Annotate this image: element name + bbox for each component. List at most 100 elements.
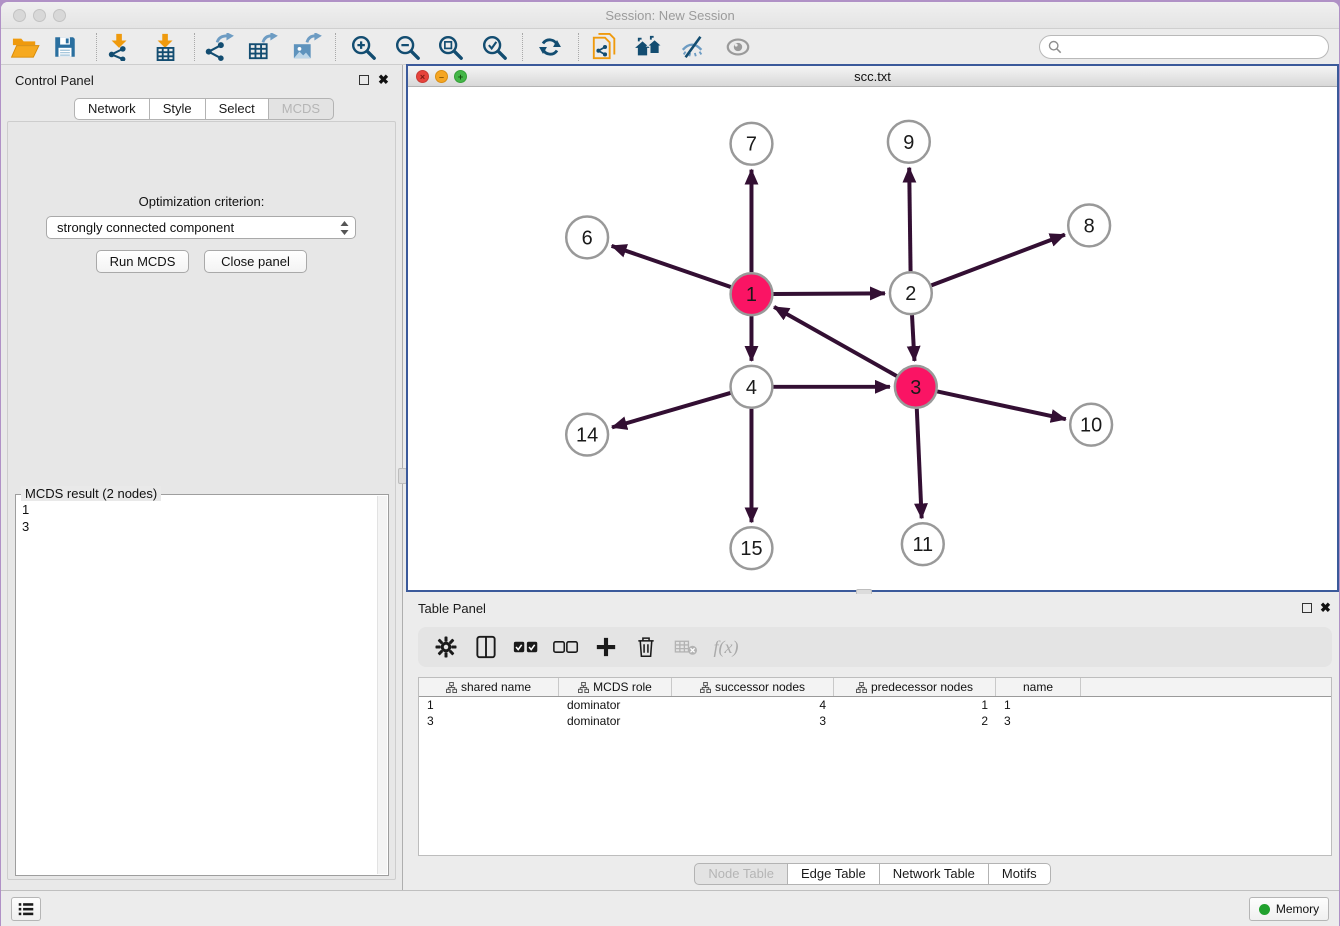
export-table-icon[interactable] bbox=[244, 32, 280, 62]
cell-successor-nodes[interactable]: 4 bbox=[672, 697, 834, 713]
network-window-titlebar[interactable]: × – + scc.txt bbox=[408, 66, 1337, 87]
graph-node-1[interactable]: 1 bbox=[731, 273, 773, 315]
deselect-all-icon[interactable] bbox=[548, 631, 584, 663]
zoom-selected-icon[interactable] bbox=[476, 32, 512, 62]
network-canvas[interactable]: 7 9 6 8 1 2 4 3 14 10 15 11 bbox=[408, 87, 1337, 590]
mcds-result-list[interactable]: 13 bbox=[18, 497, 376, 873]
zoom-out-icon[interactable] bbox=[389, 32, 425, 62]
edge-4-14[interactable] bbox=[612, 393, 730, 427]
tab-mcds[interactable]: MCDS bbox=[269, 98, 334, 120]
node-table[interactable]: shared name MCDS rolesuccessor nodes prede… bbox=[418, 677, 1332, 856]
edge-1-2[interactable] bbox=[773, 293, 885, 294]
add-column-icon[interactable] bbox=[588, 631, 624, 663]
column-settings-icon[interactable] bbox=[428, 631, 464, 663]
console-log-button[interactable] bbox=[11, 897, 41, 921]
open-session-icon[interactable] bbox=[7, 32, 43, 62]
close-panel-icon[interactable]: ✖ bbox=[378, 74, 389, 86]
close-panel-button[interactable]: Close panel bbox=[204, 250, 307, 273]
tab-network[interactable]: Network bbox=[74, 98, 150, 120]
tab-network-table[interactable]: Network Table bbox=[880, 863, 989, 885]
tab-motifs[interactable]: Motifs bbox=[989, 863, 1051, 885]
table-row[interactable]: 3dominator323 bbox=[419, 713, 1331, 729]
tab-edge-table[interactable]: Edge Table bbox=[788, 863, 880, 885]
table-close-panel-icon[interactable]: ✖ bbox=[1320, 602, 1331, 614]
tab-select[interactable]: Select bbox=[206, 98, 269, 120]
show-all-networks-icon[interactable] bbox=[631, 32, 667, 62]
column-header-successor-nodes[interactable]: successor nodes bbox=[672, 678, 834, 696]
title-bar: Session: New Session bbox=[1, 2, 1339, 29]
edge-3-1[interactable] bbox=[774, 307, 897, 376]
graph-node-14[interactable]: 14 bbox=[566, 414, 608, 456]
node-label: 9 bbox=[903, 132, 914, 154]
column-header-name[interactable]: name bbox=[996, 678, 1081, 696]
table-float-panel-icon[interactable] bbox=[1302, 603, 1312, 613]
cell-predecessor-nodes[interactable]: 1 bbox=[834, 697, 996, 713]
graph-node-7[interactable]: 7 bbox=[731, 123, 773, 165]
cell-name[interactable]: 1 bbox=[996, 697, 1081, 713]
graph-node-8[interactable]: 8 bbox=[1068, 205, 1110, 247]
zoom-fit-icon[interactable] bbox=[432, 32, 468, 62]
split-table-icon[interactable] bbox=[468, 631, 504, 663]
new-network-file-icon[interactable] bbox=[587, 32, 623, 62]
edge-1-6[interactable] bbox=[612, 246, 731, 287]
node-label: 14 bbox=[576, 425, 598, 447]
export-image-icon[interactable] bbox=[288, 32, 324, 62]
tab-style[interactable]: Style bbox=[150, 98, 206, 120]
cell-MCDS-role[interactable]: dominator bbox=[559, 697, 672, 713]
cell-shared-name[interactable]: 1 bbox=[419, 697, 559, 713]
search-field[interactable] bbox=[1039, 35, 1329, 59]
import-network-icon[interactable] bbox=[102, 32, 138, 62]
save-session-icon[interactable] bbox=[47, 32, 83, 62]
cell-MCDS-role[interactable]: dominator bbox=[559, 713, 672, 729]
node-label: 15 bbox=[740, 538, 762, 560]
graph-node-3[interactable]: 3 bbox=[895, 366, 937, 408]
mcds-tab-content: Optimization criterion: strongly connect… bbox=[7, 121, 396, 880]
table-body: 1dominator4113dominator323 bbox=[419, 697, 1331, 729]
mcds-result-item[interactable]: 3 bbox=[22, 518, 372, 535]
edge-2-8[interactable] bbox=[931, 235, 1065, 286]
node-label: 4 bbox=[746, 377, 757, 399]
column-header-label: predecessor nodes bbox=[871, 680, 973, 694]
refresh-view-icon[interactable] bbox=[532, 32, 568, 62]
hierarchy-icon bbox=[700, 682, 711, 693]
graph-node-15[interactable]: 15 bbox=[731, 527, 773, 569]
float-panel-icon[interactable] bbox=[359, 75, 369, 85]
export-network-icon[interactable] bbox=[201, 32, 237, 62]
application-window: Session: New Session bbox=[1, 2, 1339, 926]
toolbar-separator bbox=[522, 33, 523, 61]
mcds-result-item[interactable]: 1 bbox=[22, 501, 372, 518]
cell-name[interactable]: 3 bbox=[996, 713, 1081, 729]
table-row[interactable]: 1dominator411 bbox=[419, 697, 1331, 713]
select-all-icon[interactable] bbox=[508, 631, 544, 663]
graph-node-6[interactable]: 6 bbox=[566, 216, 608, 258]
import-table-icon[interactable] bbox=[148, 32, 184, 62]
graph-node-2[interactable]: 2 bbox=[890, 272, 932, 314]
search-input[interactable] bbox=[1067, 40, 1328, 54]
hide-selection-icon[interactable] bbox=[675, 32, 711, 62]
cell-successor-nodes[interactable]: 3 bbox=[672, 713, 834, 729]
graph-node-11[interactable]: 11 bbox=[902, 523, 944, 565]
delete-column-icon[interactable] bbox=[628, 631, 664, 663]
network-graph[interactable]: 7 9 6 8 1 2 4 3 14 10 15 11 bbox=[408, 87, 1337, 590]
edge-3-11[interactable] bbox=[917, 409, 922, 519]
column-header-predecessor-nodes[interactable]: predecessor nodes bbox=[834, 678, 996, 696]
tab-node-table[interactable]: Node Table bbox=[694, 863, 788, 885]
column-header-shared-name[interactable]: shared name bbox=[419, 678, 559, 696]
column-header-MCDS-role[interactable]: MCDS role bbox=[559, 678, 672, 696]
run-mcds-button[interactable]: Run MCDS bbox=[96, 250, 189, 273]
graph-node-4[interactable]: 4 bbox=[731, 366, 773, 408]
edge-3-10[interactable] bbox=[937, 391, 1066, 419]
column-header-label: shared name bbox=[461, 680, 531, 694]
edge-2-3[interactable] bbox=[912, 315, 914, 361]
criterion-dropdown[interactable]: strongly connected component bbox=[46, 216, 356, 239]
memory-button[interactable]: Memory bbox=[1249, 897, 1329, 921]
zoom-in-icon[interactable] bbox=[345, 32, 381, 62]
apply-function-icon: f(x) bbox=[708, 631, 744, 663]
toolbar-separator bbox=[194, 33, 195, 61]
result-scrollbar[interactable] bbox=[377, 496, 387, 874]
cell-predecessor-nodes[interactable]: 2 bbox=[834, 713, 996, 729]
edge-2-9[interactable] bbox=[909, 168, 910, 272]
graph-node-9[interactable]: 9 bbox=[888, 121, 930, 163]
cell-shared-name[interactable]: 3 bbox=[419, 713, 559, 729]
graph-node-10[interactable]: 10 bbox=[1070, 404, 1112, 446]
